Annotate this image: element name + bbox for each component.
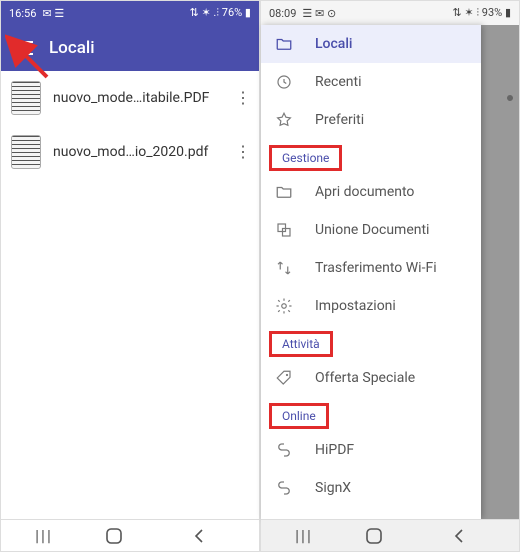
file-name: nuovo_mode…itabile.PDF bbox=[53, 90, 221, 106]
file-name: nuovo_mod…io_2020.pdf bbox=[53, 144, 221, 160]
status-left-icons: ☰ ✉ ⊙ bbox=[302, 7, 336, 20]
nav-home-button[interactable] bbox=[365, 527, 415, 545]
link-icon bbox=[275, 479, 293, 497]
star-icon bbox=[275, 111, 293, 129]
nav-recent-button[interactable]: ||| bbox=[279, 526, 329, 545]
drawer-item-locali[interactable]: Locali bbox=[261, 25, 481, 63]
drawer-item-label: Preferiti bbox=[315, 112, 364, 128]
status-network-icons: ⇅ ✶ .⫶ 76% ▮ bbox=[190, 6, 251, 20]
drawer-item-label: Offerta Speciale bbox=[315, 370, 415, 386]
link-icon bbox=[275, 441, 293, 459]
android-navbar: ||| bbox=[1, 519, 259, 551]
drawer-item-label: Impostazioni bbox=[315, 298, 396, 314]
status-network-icons: ⇅ ✶ ⫶ 93% ▮ bbox=[452, 6, 511, 20]
drawer-item-apri-documento[interactable]: Apri documento bbox=[261, 173, 481, 211]
drawer-item-trasferimento-wifi[interactable]: Trasferimento Wi-Fi bbox=[261, 249, 481, 287]
menu-icon[interactable] bbox=[13, 38, 33, 58]
nav-home-button[interactable] bbox=[105, 527, 155, 545]
nav-recent-button[interactable]: ||| bbox=[19, 526, 69, 545]
navigation-drawer: Locali Recenti Preferiti Gestione bbox=[261, 25, 481, 519]
gear-icon bbox=[275, 297, 293, 315]
status-time: 16:56 bbox=[9, 7, 36, 20]
section-heading-gestione: Gestione bbox=[269, 145, 342, 171]
screenshot-left: 16:56 ✉ ☰ ⇅ ✶ .⫶ 76% ▮ Locali nuovo_mode… bbox=[0, 0, 260, 552]
section-heading-online: Online bbox=[269, 403, 329, 429]
clock-icon bbox=[275, 73, 293, 91]
file-list: nuovo_mode…itabile.PDF ⋮ nuovo_mod…io_20… bbox=[1, 71, 259, 179]
drawer-item-label: SignX bbox=[315, 480, 351, 496]
more-icon[interactable]: ⋮ bbox=[233, 90, 253, 106]
status-bar: 16:56 ✉ ☰ ⇅ ✶ .⫶ 76% ▮ bbox=[1, 1, 259, 25]
status-bar: 08:09 ☰ ✉ ⊙ ⇅ ✶ ⫶ 93% ▮ bbox=[261, 1, 519, 25]
wifi-transfer-icon bbox=[275, 259, 293, 277]
merge-icon bbox=[275, 221, 293, 239]
drawer-item-recenti[interactable]: Recenti bbox=[261, 63, 481, 101]
folder-icon bbox=[275, 183, 293, 201]
drawer-item-preferiti[interactable]: Preferiti bbox=[261, 101, 481, 139]
more-icon[interactable]: ⋮ bbox=[233, 144, 253, 160]
nav-back-button[interactable] bbox=[451, 528, 501, 544]
drawer-item-label: Unione Documenti bbox=[315, 222, 429, 238]
drawer-item-label: Recenti bbox=[315, 74, 362, 90]
folder-icon bbox=[275, 35, 293, 53]
drawer-item-offerta-speciale[interactable]: Offerta Speciale bbox=[261, 359, 481, 397]
file-thumbnail-icon bbox=[11, 81, 41, 115]
drawer-item-hipdf[interactable]: HiPDF bbox=[261, 431, 481, 469]
drawer-item-unione-documenti[interactable]: Unione Documenti bbox=[261, 211, 481, 249]
drawer-item-label: Locali bbox=[315, 36, 353, 52]
drawer-item-label: Trasferimento Wi-Fi bbox=[315, 260, 437, 276]
drawer-container: Locali Recenti Preferiti Gestione bbox=[261, 25, 519, 519]
app-title: Locali bbox=[49, 38, 95, 58]
file-row[interactable]: nuovo_mode…itabile.PDF ⋮ bbox=[1, 71, 259, 125]
file-row[interactable]: nuovo_mod…io_2020.pdf ⋮ bbox=[1, 125, 259, 179]
status-time: 08:09 bbox=[269, 7, 296, 20]
drawer-item-signx[interactable]: SignX bbox=[261, 469, 481, 507]
file-thumbnail-icon bbox=[11, 135, 41, 169]
drawer-item-label: HiPDF bbox=[315, 442, 354, 458]
status-left-icons: ✉ ☰ bbox=[42, 7, 64, 20]
nav-back-button[interactable] bbox=[191, 528, 241, 544]
screenshot-right: 08:09 ☰ ✉ ⊙ ⇅ ✶ ⫶ 93% ▮ Locali bbox=[260, 0, 520, 552]
more-icon bbox=[507, 95, 513, 101]
drawer-item-label: Apri documento bbox=[315, 184, 414, 200]
android-navbar: ||| bbox=[261, 519, 519, 551]
drawer-item-impostazioni[interactable]: Impostazioni bbox=[261, 287, 481, 325]
section-heading-attivita: Attività bbox=[269, 331, 333, 357]
app-header: Locali bbox=[1, 25, 259, 71]
tag-icon bbox=[275, 369, 293, 387]
